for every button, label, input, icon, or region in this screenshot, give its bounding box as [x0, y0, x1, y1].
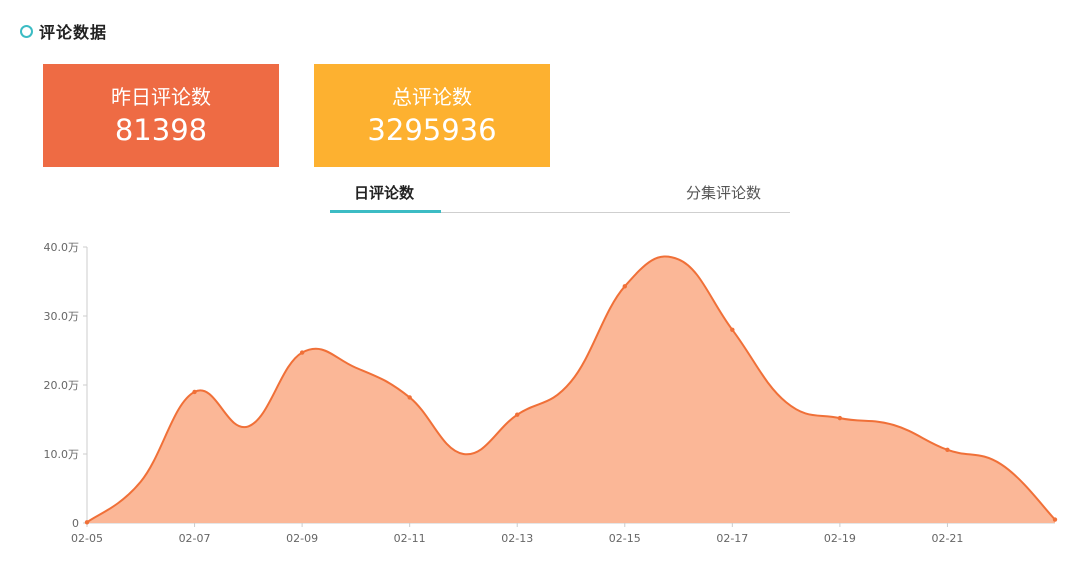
active-tab-indicator	[330, 210, 441, 213]
tab-daily-comments[interactable]: 日评论数	[354, 182, 414, 203]
yesterday-comments-label: 昨日评论数	[111, 85, 211, 109]
series-area	[87, 256, 1055, 523]
circle-icon	[20, 24, 33, 38]
series-line	[86, 255, 1056, 524]
chart-plot	[84, 255, 1058, 525]
data-point[interactable]	[1052, 517, 1058, 522]
x-tick-label: 02-17	[716, 532, 748, 545]
data-point[interactable]	[299, 350, 305, 355]
chart-axes: 0 10.0万 20.0万 30.0万 40.0万 02-05 02-07 02-09 02-1…	[44, 241, 1055, 545]
total-comments-value: 3295936	[367, 113, 497, 147]
y-tick-label: 30.0万	[44, 310, 80, 323]
tab-episode-comments[interactable]: 分集评论数	[686, 182, 761, 203]
x-tick-label: 02-07	[179, 532, 211, 545]
yesterday-comments-value: 81398	[114, 113, 208, 147]
y-tick-label: 40.0万	[44, 241, 80, 254]
x-tick-label: 02-13	[501, 532, 533, 545]
x-tick-label: 02-15	[609, 532, 641, 545]
data-point[interactable]	[730, 327, 735, 332]
y-tick-label: 0	[72, 517, 79, 530]
total-comments-card: 总评论数 3295936	[314, 64, 550, 167]
section-title: 评论数据	[39, 23, 108, 42]
total-comments-label: 总评论数	[392, 85, 472, 109]
chart-tabs: 日评论数 分集评论数	[330, 176, 790, 213]
data-point[interactable]	[407, 395, 412, 400]
x-tick-label: 02-09	[286, 532, 318, 545]
x-tick-label: 02-21	[931, 532, 963, 545]
data-point[interactable]	[837, 415, 843, 421]
y-tick-label: 20.0万	[44, 379, 80, 392]
x-tick-label: 02-05	[71, 532, 103, 545]
data-point[interactable]	[622, 284, 627, 289]
y-tick-label: 10.0万	[44, 448, 80, 461]
data-point[interactable]	[192, 389, 197, 395]
yesterday-comments-card: 昨日评论数 81398	[43, 64, 279, 167]
data-point[interactable]	[945, 447, 950, 453]
data-point[interactable]	[84, 520, 90, 525]
section-header: 评论数据	[20, 20, 107, 42]
x-tick-label: 02-19	[824, 532, 856, 545]
x-tick-label: 02-11	[394, 532, 426, 545]
data-point[interactable]	[515, 412, 520, 417]
